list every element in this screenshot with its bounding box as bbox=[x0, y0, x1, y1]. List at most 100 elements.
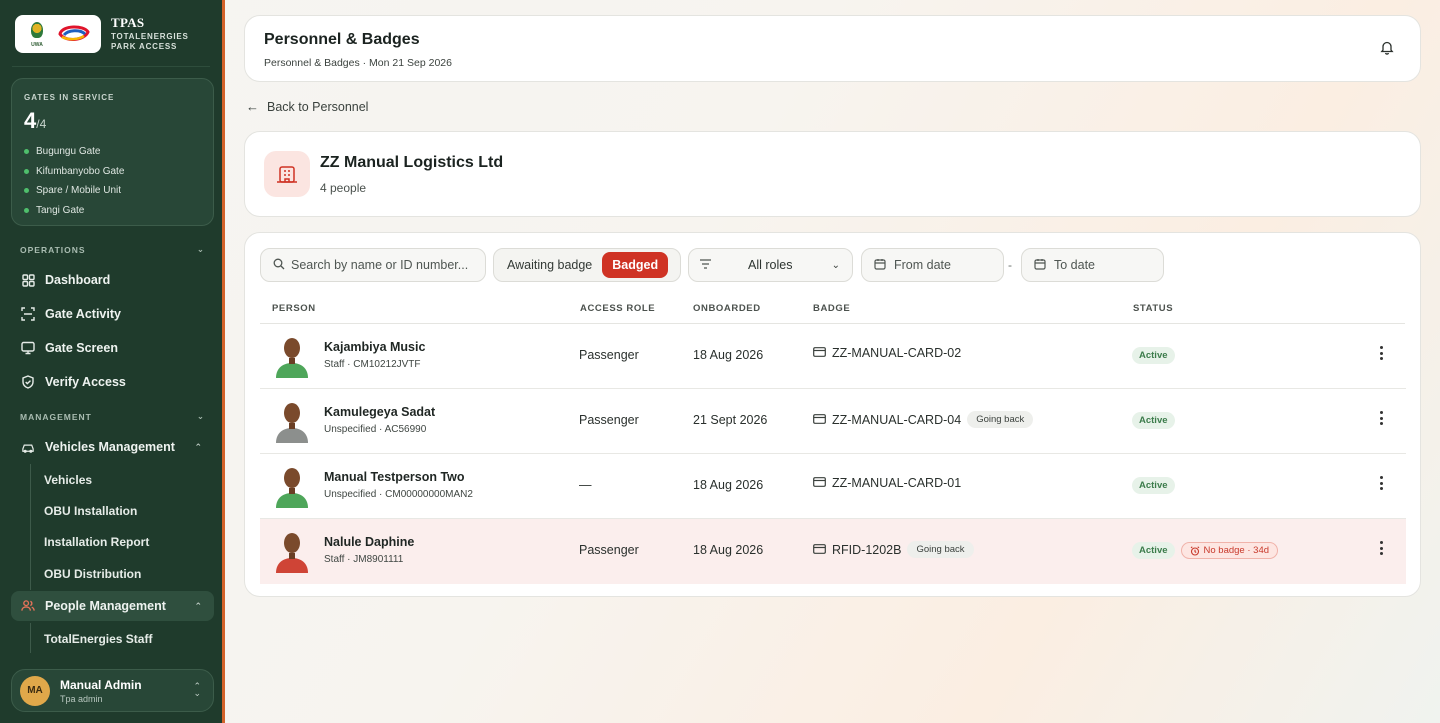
badge-cell: ZZ-MANUAL-CARD-02 bbox=[813, 346, 961, 360]
badge-status-toggle: Awaiting badge Badged bbox=[493, 248, 681, 282]
section-operations[interactable]: OPERATIONS ⌄ bbox=[20, 244, 205, 255]
brand[interactable]: UWA TPAS TOTALENERGIES PARK ACCESS bbox=[15, 15, 189, 53]
status-badge: Active bbox=[1132, 347, 1175, 364]
access-role: — bbox=[579, 478, 592, 492]
person-name[interactable]: Kamulegeya Sadat bbox=[324, 405, 435, 419]
table-row[interactable]: Kamulegeya Sadat Unspecified · AC56990 P… bbox=[260, 389, 1406, 454]
avatar: MA bbox=[20, 675, 50, 706]
badge-tag: Going back bbox=[967, 411, 1034, 428]
roles-select[interactable]: All roles ⌄ bbox=[688, 248, 853, 282]
page-header: Personnel & Badges Personnel & Badges · … bbox=[244, 15, 1421, 82]
sidebar-item-people-management[interactable]: People Management ⌃ bbox=[11, 591, 214, 621]
submenu-line bbox=[30, 464, 31, 590]
person-avatar-icon bbox=[274, 334, 310, 378]
badge-cell: ZZ-MANUAL-CARD-01 bbox=[813, 476, 961, 490]
person-meta: Staff · CM10212JVTF bbox=[324, 359, 421, 370]
badge-id: ZZ-MANUAL-CARD-02 bbox=[832, 346, 962, 360]
chevron-down-icon: ⌄ bbox=[831, 259, 840, 271]
calendar-icon bbox=[1034, 258, 1046, 273]
brand-logos: UWA bbox=[15, 15, 101, 53]
id-card-icon bbox=[813, 346, 826, 360]
user-menu[interactable]: MA Manual Admin Tpa admin ⌃ ⌄ bbox=[11, 669, 214, 712]
status-cell: Active bbox=[1132, 347, 1175, 364]
gates-list: Bugungu Gate Kifumbanyobo Gate Spare / M… bbox=[24, 142, 201, 220]
car-icon bbox=[21, 440, 35, 454]
status-cell: Active bbox=[1132, 477, 1175, 494]
users-icon bbox=[21, 599, 35, 613]
status-dot-icon bbox=[24, 188, 29, 194]
toggle-badged[interactable]: Badged bbox=[602, 252, 669, 278]
no-badge-alert: No badge · 34d bbox=[1180, 542, 1279, 559]
personnel-table-card: Search by name or ID number... Awaiting … bbox=[244, 232, 1421, 597]
column-header-access-role[interactable]: ACCESS ROLE bbox=[580, 303, 655, 314]
company-name: ZZ Manual Logistics Ltd bbox=[320, 154, 504, 171]
status-badge: Active bbox=[1132, 477, 1175, 494]
search-input[interactable]: Search by name or ID number... bbox=[260, 248, 486, 282]
section-management[interactable]: MANAGEMENT ⌄ bbox=[20, 411, 205, 422]
person-name[interactable]: Kajambiya Music bbox=[324, 340, 425, 354]
badge-cell: RFID-1202B Going back bbox=[813, 541, 974, 558]
sidebar-item-installation-report[interactable]: Installation Report bbox=[44, 535, 149, 549]
chevron-up-icon: ⌃ bbox=[194, 600, 202, 611]
column-header-onboarded[interactable]: ONBOARDED bbox=[693, 303, 761, 314]
back-to-personnel-link[interactable]: ← Back to Personnel bbox=[246, 99, 368, 114]
search-placeholder: Search by name or ID number... bbox=[291, 258, 469, 272]
sidebar-item-obu-installation[interactable]: OBU Installation bbox=[44, 504, 137, 518]
column-header-person[interactable]: PERSON bbox=[272, 303, 316, 314]
onboarded-date: 18 Aug 2026 bbox=[693, 478, 764, 492]
shield-check-icon bbox=[21, 375, 35, 389]
status-cell: Active bbox=[1132, 412, 1175, 429]
status-dot-icon bbox=[24, 149, 29, 155]
person-meta: Unspecified · CM00000000MAN2 bbox=[324, 489, 473, 500]
sidebar-item-vehicles[interactable]: Vehicles bbox=[44, 473, 92, 487]
onboarded-date: 18 Aug 2026 bbox=[693, 348, 764, 362]
badge-cell: ZZ-MANUAL-CARD-04 Going back bbox=[813, 411, 1034, 428]
more-options-icon[interactable] bbox=[1380, 411, 1384, 428]
sidebar-item-verify-access[interactable]: Verify Access bbox=[11, 367, 214, 397]
company-people-count: 4 people bbox=[320, 181, 367, 195]
sidebar-item-totalenergies-staff[interactable]: TotalEnergies Staff bbox=[44, 632, 152, 646]
table-row[interactable]: Manual Testperson Two Unspecified · CM00… bbox=[260, 454, 1406, 519]
table-row[interactable]: Nalule Daphine Staff · JM8901111 Passeng… bbox=[260, 519, 1406, 584]
more-options-icon[interactable] bbox=[1380, 346, 1384, 363]
from-date-input[interactable]: From date bbox=[861, 248, 1004, 282]
user-name: Manual Admin bbox=[60, 677, 142, 692]
alarm-clock-icon bbox=[1190, 545, 1200, 556]
column-header-status[interactable]: STATUS bbox=[1133, 303, 1173, 314]
gates-in-service-card: GATES IN SERVICE 4/4 Bugungu Gate Kifumb… bbox=[11, 78, 214, 226]
sidebar-item-obu-distribution[interactable]: OBU Distribution bbox=[44, 567, 141, 581]
roles-select-value: All roles bbox=[748, 258, 793, 272]
more-options-icon[interactable] bbox=[1380, 541, 1384, 558]
more-options-icon[interactable] bbox=[1380, 476, 1384, 493]
status-badge: Active bbox=[1132, 542, 1175, 559]
gate-item: Spare / Mobile Unit bbox=[24, 181, 201, 201]
column-header-badge[interactable]: BADGE bbox=[813, 303, 850, 314]
sidebar-item-gate-screen[interactable]: Gate Screen bbox=[11, 333, 214, 363]
person-meta: Unspecified · AC56990 bbox=[324, 424, 427, 435]
badge-tag: Going back bbox=[907, 541, 974, 558]
to-date-input[interactable]: To date bbox=[1021, 248, 1164, 282]
status-dot-icon bbox=[24, 168, 29, 174]
table-row[interactable]: Kajambiya Music Staff · CM10212JVTF Pass… bbox=[260, 324, 1406, 389]
sidebar-item-vehicles-management[interactable]: Vehicles Management ⌃ bbox=[11, 432, 214, 462]
sidebar-item-dashboard[interactable]: Dashboard bbox=[11, 265, 214, 295]
sidebar-item-gate-activity[interactable]: Gate Activity bbox=[11, 299, 214, 329]
person-name[interactable]: Manual Testperson Two bbox=[324, 470, 465, 484]
chevron-down-icon: ⌄ bbox=[196, 244, 205, 254]
badge-id: RFID-1202B bbox=[832, 542, 902, 557]
onboarded-date: 21 Sept 2026 bbox=[693, 413, 768, 427]
arrow-left-icon: ← bbox=[246, 99, 259, 114]
filter-icon bbox=[699, 258, 712, 272]
chevron-down-icon: ⌄ bbox=[196, 411, 205, 421]
gate-item: Bugungu Gate bbox=[24, 142, 201, 162]
status-dot-icon bbox=[24, 207, 29, 213]
page-title: Personnel & Badges bbox=[264, 31, 420, 48]
bell-icon[interactable] bbox=[1380, 40, 1394, 60]
access-role: Passenger bbox=[579, 348, 639, 362]
grid-icon bbox=[21, 273, 35, 287]
person-name[interactable]: Nalule Daphine bbox=[324, 535, 414, 549]
person-avatar-icon bbox=[274, 399, 310, 443]
toggle-awaiting-badge[interactable]: Awaiting badge bbox=[497, 252, 602, 278]
access-role: Passenger bbox=[579, 413, 639, 427]
badge-id: ZZ-MANUAL-CARD-01 bbox=[832, 476, 962, 490]
